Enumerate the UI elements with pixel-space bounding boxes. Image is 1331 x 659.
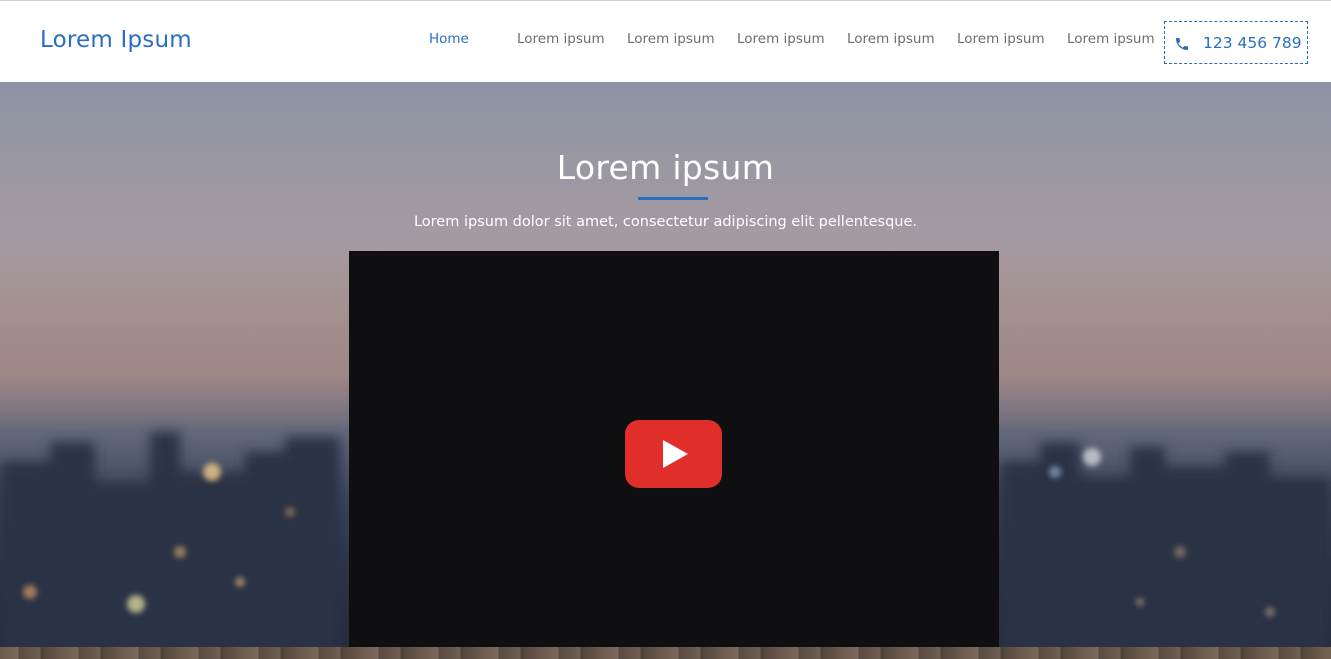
page: Lorem Ipsum Home Lorem ipsum Lorem ipsum… [0, 0, 1331, 659]
site-logo[interactable]: Lorem Ipsum [40, 27, 192, 53]
phone-button[interactable]: 123 456 789 [1164, 21, 1308, 64]
site-header: Lorem Ipsum Home Lorem ipsum Lorem ipsum… [0, 0, 1331, 82]
wooden-floor [0, 647, 1331, 659]
video-player[interactable] [349, 251, 999, 651]
nav-item-5[interactable]: Lorem ipsum [957, 31, 1045, 47]
nav-item-1[interactable]: Lorem ipsum [517, 31, 605, 47]
phone-icon [1176, 38, 1188, 50]
hero-subtitle: Lorem ipsum dolor sit amet, consectetur … [413, 214, 918, 230]
phone-number: 123 456 789 [1203, 34, 1302, 52]
hero-section: Lorem ipsum Lorem ipsum dolor sit amet, … [0, 82, 1331, 659]
title-underline [638, 197, 708, 200]
nav-item-6[interactable]: Lorem ipsum [1067, 31, 1155, 47]
nav-item-4[interactable]: Lorem ipsum [847, 31, 935, 47]
youtube-play-icon[interactable] [625, 420, 722, 488]
nav-item-3[interactable]: Lorem ipsum [737, 31, 825, 47]
nav-item-home[interactable]: Home [429, 31, 469, 47]
nav-item-2[interactable]: Lorem ipsum [627, 31, 715, 47]
hero-title: Lorem ipsum [556, 148, 775, 187]
